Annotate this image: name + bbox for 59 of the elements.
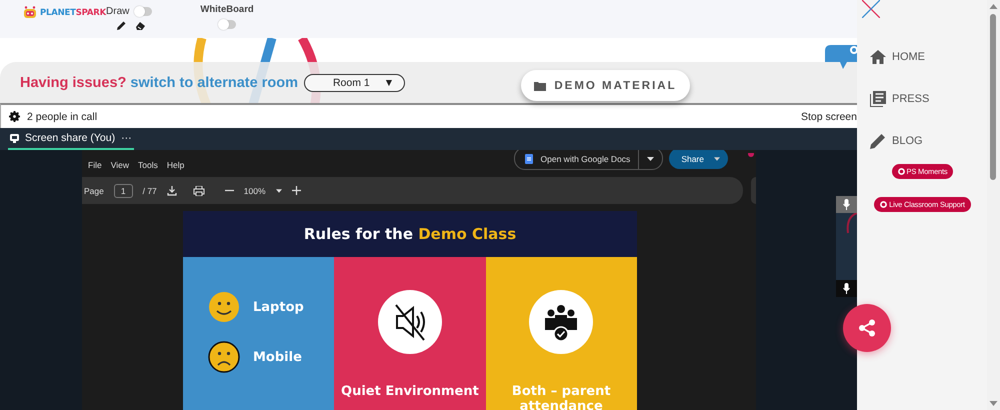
microphone-icon — [843, 283, 850, 294]
print-icon[interactable] — [192, 186, 205, 196]
smiley-face-icon — [208, 291, 240, 323]
toolbar-pill — [751, 177, 756, 204]
menu-item[interactable]: View — [110, 160, 129, 170]
page-field[interactable]: 1 — [114, 184, 133, 198]
newspaper-icon — [870, 91, 886, 107]
share-button[interactable]: Share — [669, 150, 728, 169]
scroll-up-icon[interactable] — [987, 2, 1000, 11]
open-with-docs-button[interactable]: Open with Google Docs — [514, 150, 664, 170]
people-check-icon — [529, 290, 594, 354]
slide-title-text: Rules for the Demo Class — [304, 225, 516, 243]
menu-item[interactable]: Tools — [138, 160, 158, 170]
planetspark-logo[interactable]: PLANETSPARK — [22, 6, 106, 20]
caret-icon[interactable] — [276, 188, 282, 192]
page-label: Page — [84, 186, 104, 196]
microphone-icon — [843, 199, 850, 210]
toggle-switch[interactable] — [218, 20, 236, 29]
toggle-switch[interactable] — [135, 7, 152, 16]
page-total: / 77 — [142, 186, 157, 196]
zoom-level[interactable]: 100% — [244, 186, 266, 196]
screen-icon — [10, 134, 19, 142]
zoom-in-icon[interactable] — [292, 186, 301, 195]
share-icon — [858, 319, 876, 337]
device-label: Laptop — [253, 300, 304, 314]
folder-icon — [534, 80, 546, 90]
caret-icon — [647, 156, 654, 160]
rule-label: Quiet Environment — [341, 384, 479, 399]
whiteboard-label: WhiteBoard — [200, 4, 254, 15]
arc-drawing — [846, 213, 857, 234]
nav-link[interactable]: HOME — [870, 48, 925, 66]
eraser-icon[interactable] — [135, 20, 146, 31]
scroll-down-icon[interactable] — [987, 399, 1000, 408]
home-icon — [870, 50, 886, 64]
close-icon[interactable] — [862, 0, 880, 18]
caret-icon — [714, 156, 720, 160]
download-icon[interactable] — [166, 186, 177, 196]
settings-icon[interactable] — [9, 111, 20, 122]
support-icon — [880, 201, 888, 208]
pencil-icon[interactable] — [116, 20, 128, 31]
device-label: Mobile — [253, 350, 302, 364]
room-select[interactable]: Room 1 ▼ — [304, 74, 406, 92]
draw-label: Draw — [106, 6, 130, 17]
rule-label: Both – parent attendance — [510, 384, 612, 410]
chat-bubble-icon[interactable] — [825, 45, 857, 69]
stop-screen-button[interactable]: Stop screen — [800, 110, 857, 122]
pencil-icon — [870, 133, 886, 149]
menu-item[interactable]: File — [88, 160, 102, 170]
nav-link[interactable]: PRESS — [870, 90, 930, 108]
issue-question: Having issues? — [20, 74, 126, 90]
people-count: 2 people in call — [27, 110, 98, 122]
demo-material-button[interactable]: DEMO MATERIAL — [521, 70, 690, 101]
document-icon — [524, 154, 533, 164]
muted-speaker-icon — [378, 290, 442, 354]
support-icon — [898, 168, 905, 175]
robot-icon — [22, 6, 38, 20]
nav-link[interactable]: BLOG — [870, 132, 923, 150]
sad-face-icon — [208, 341, 240, 373]
menu-item[interactable]: Help — [166, 160, 184, 170]
